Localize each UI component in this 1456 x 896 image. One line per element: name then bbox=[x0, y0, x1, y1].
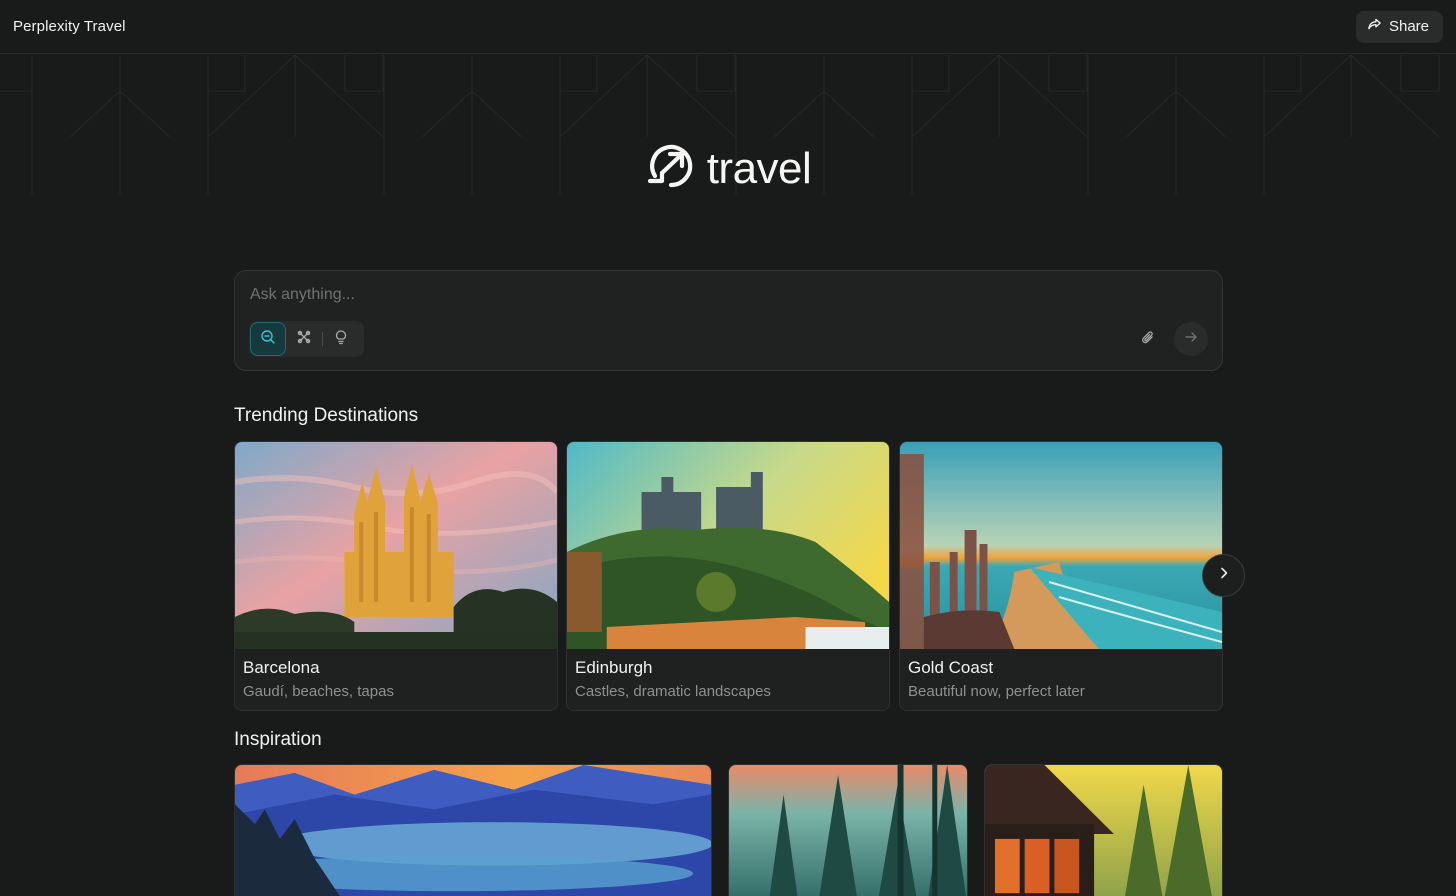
page: Perplexity Travel Share travel Ask anyth… bbox=[0, 0, 1456, 896]
chevron-right-icon bbox=[1217, 566, 1231, 585]
submit-button[interactable] bbox=[1174, 322, 1208, 356]
idea-mode-icon bbox=[333, 329, 349, 350]
inspiration-title: Inspiration bbox=[234, 729, 322, 750]
destination-card-edinburgh[interactable]: Edinburgh Castles, dramatic landscapes bbox=[566, 441, 890, 711]
destination-card-barcelona[interactable]: Barcelona Gaudí, beaches, tapas bbox=[234, 441, 558, 711]
inspiration-card-mountains[interactable] bbox=[234, 764, 712, 896]
card-description: Castles, dramatic landscapes bbox=[575, 683, 771, 700]
card-name: Edinburgh bbox=[575, 658, 653, 677]
attach-button[interactable] bbox=[1136, 328, 1160, 352]
top-bar: Perplexity Travel Share bbox=[0, 0, 1456, 54]
edinburgh-image bbox=[567, 442, 889, 649]
search-box[interactable]: Ask anything... bbox=[234, 270, 1223, 371]
gold-coast-image bbox=[900, 442, 1222, 649]
barcelona-image bbox=[235, 442, 557, 649]
inspiration-card-cabin[interactable] bbox=[984, 764, 1223, 896]
share-button[interactable]: Share bbox=[1355, 10, 1443, 43]
search-input[interactable]: Ask anything... bbox=[250, 286, 355, 304]
paperclip-icon bbox=[1140, 330, 1156, 351]
card-name: Gold Coast bbox=[908, 658, 994, 677]
destination-card-gold-coast[interactable]: Gold Coast Beautiful now, perfect later bbox=[899, 441, 1223, 711]
card-name: Barcelona bbox=[243, 658, 320, 677]
idea-mode-button[interactable] bbox=[323, 322, 359, 356]
travel-logo-icon bbox=[645, 140, 697, 197]
trending-title: Trending Destinations bbox=[234, 405, 419, 426]
app-title: Perplexity Travel bbox=[13, 18, 126, 35]
search-mode-icon bbox=[260, 329, 276, 350]
share-icon bbox=[1367, 17, 1382, 36]
carousel-next-button[interactable] bbox=[1202, 554, 1245, 597]
share-label: Share bbox=[1388, 18, 1429, 35]
trending-carousel: Barcelona Gaudí, beaches, tapas Edinburg… bbox=[234, 441, 1224, 711]
arrow-right-icon bbox=[1184, 330, 1198, 349]
search-mode-button[interactable] bbox=[250, 322, 286, 356]
search-mode-selector bbox=[249, 321, 364, 357]
logo-text: travel bbox=[706, 143, 812, 193]
card-description: Gaudí, beaches, tapas bbox=[243, 683, 394, 700]
inspiration-card-forest[interactable] bbox=[728, 764, 968, 896]
research-mode-button[interactable] bbox=[286, 322, 322, 356]
card-description: Beautiful now, perfect later bbox=[908, 683, 1085, 700]
research-mode-icon bbox=[296, 329, 312, 350]
travel-logo: travel bbox=[0, 140, 1456, 197]
